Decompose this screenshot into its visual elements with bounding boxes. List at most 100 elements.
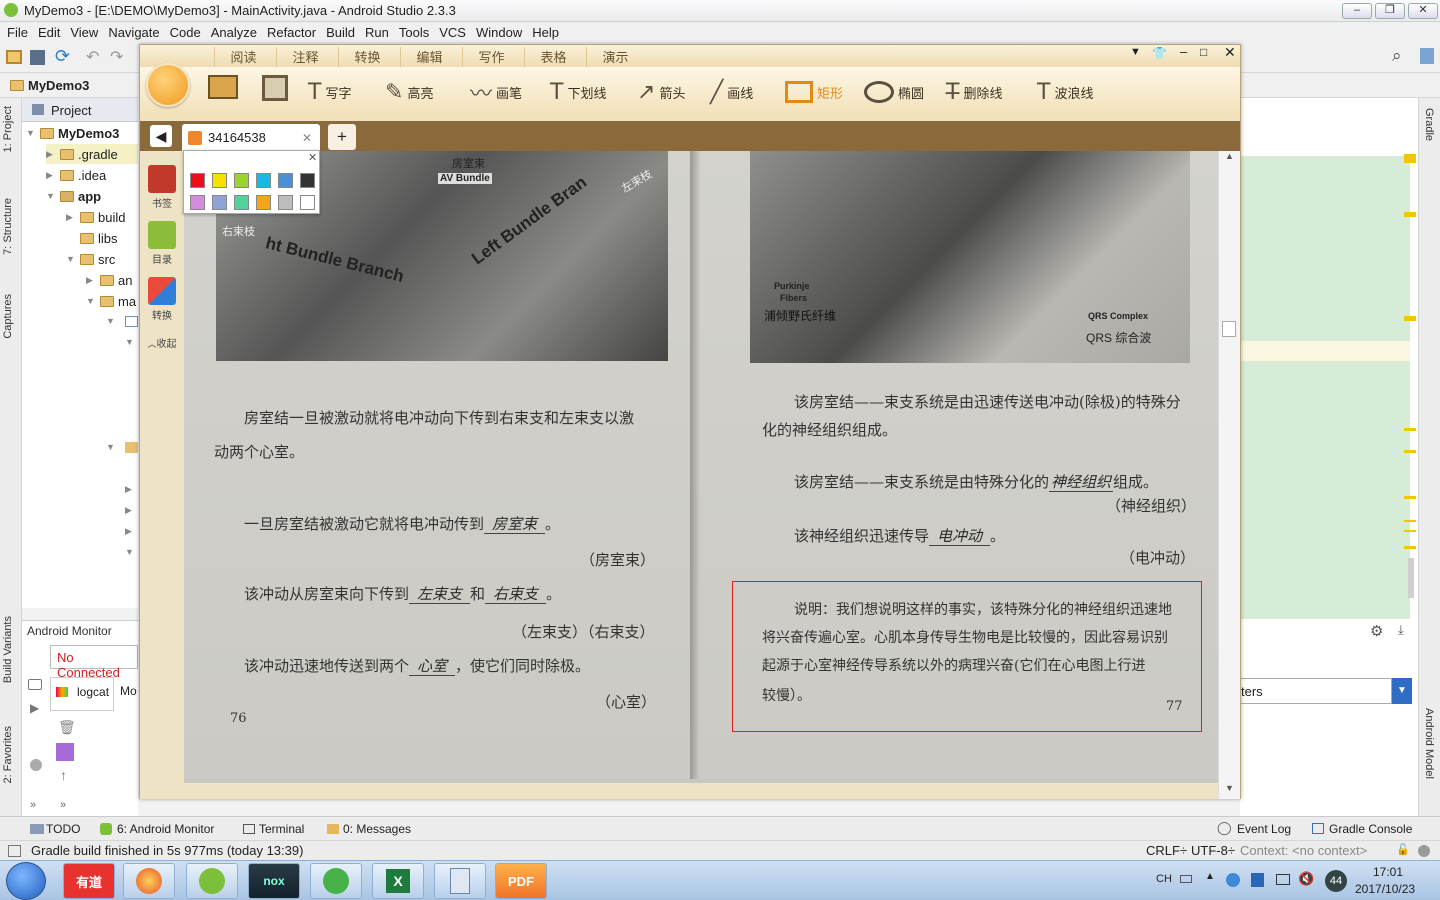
warning-marker[interactable]	[1404, 316, 1416, 321]
expand-arrow-icon[interactable]: ▼	[125, 337, 134, 347]
tool-ellipse[interactable]: 椭圆	[864, 79, 924, 105]
tree-item-main[interactable]: ▼ ma	[86, 291, 136, 311]
tab-present[interactable]: 演示	[586, 47, 644, 67]
taskbar-excel[interactable]: X	[372, 863, 424, 899]
warning-marker[interactable]	[1404, 212, 1416, 217]
tab-monitors[interactable]: Mo	[120, 684, 137, 698]
download-icon[interactable]: ⤓	[1398, 622, 1404, 638]
new-tab-button[interactable]: +	[328, 124, 356, 150]
tree-item-src[interactable]: ▼ src	[66, 249, 115, 269]
close-palette-icon[interactable]: ✕	[308, 151, 317, 164]
vertical-scrollbar[interactable]: ▲ ▼	[1218, 151, 1240, 799]
tool-pen[interactable]: 〰画笔	[470, 79, 522, 107]
menu-build[interactable]: Build	[326, 25, 355, 40]
warning-marker[interactable]	[1404, 154, 1416, 163]
scroll-up-arrow-icon[interactable]: ▲	[1225, 151, 1234, 161]
menu-run[interactable]: Run	[365, 25, 389, 40]
color-swatch-orange[interactable]	[256, 195, 271, 210]
close-tab-icon[interactable]: ✕	[302, 131, 312, 145]
tool-arrow[interactable]: ↗ 箭头	[637, 79, 685, 105]
save-icon[interactable]	[30, 50, 45, 65]
lock-icon[interactable]: 🔓	[1396, 843, 1410, 856]
tray-up-icon[interactable]: ▲	[1205, 871, 1215, 882]
editor-scrollbar-thumb[interactable]	[1408, 558, 1414, 598]
taskbar-calculator[interactable]	[434, 863, 486, 899]
open-folder-icon[interactable]	[208, 75, 238, 99]
menu-tools[interactable]: Tools	[399, 25, 429, 40]
close-button[interactable]: ✕	[1408, 3, 1438, 19]
expand-arrow-icon[interactable]: ▼	[106, 442, 115, 452]
sidebar-toggle-icon[interactable]: ◀	[150, 125, 172, 147]
sidebar-convert[interactable]: 转换	[145, 277, 179, 322]
scrollbar-thumb[interactable]	[1222, 321, 1236, 337]
start-button[interactable]	[6, 862, 46, 900]
taskbar-firefox[interactable]	[123, 863, 175, 899]
warning-marker[interactable]	[1404, 428, 1416, 431]
tool-strikethrough[interactable]: T̶ 删除线	[946, 79, 1002, 105]
tool-rectangle[interactable]: 矩形	[785, 79, 843, 105]
device-selector[interactable]: No Connected	[57, 650, 137, 680]
dropdown-icon[interactable]: ▼	[1130, 46, 1141, 58]
expand-arrow-icon[interactable]: ▶	[125, 526, 132, 537]
warning-marker[interactable]	[1404, 496, 1416, 499]
bluetooth-icon[interactable]	[1226, 873, 1240, 887]
document-viewport[interactable]: 房室束 AV Bundle 右束枝 ht Bundle Branch Left …	[184, 151, 1218, 783]
reader-minimize-icon[interactable]: –	[1180, 44, 1187, 59]
line-separator[interactable]: CRLF÷	[1146, 843, 1187, 858]
tab-todo[interactable]: TODO	[46, 822, 80, 836]
sdk-manager-icon[interactable]	[1420, 48, 1434, 64]
scroll-up-icon[interactable]: ↑	[60, 767, 67, 783]
color-swatch-gray[interactable]	[278, 195, 293, 210]
menu-edit[interactable]: Edit	[38, 25, 60, 40]
soft-wrap-icon[interactable]	[56, 743, 74, 761]
shield-icon[interactable]	[1251, 873, 1264, 887]
tab-event-log[interactable]: Event Log	[1237, 822, 1291, 836]
tab-write[interactable]: 写作	[462, 47, 520, 67]
screenshot-icon[interactable]	[28, 679, 42, 690]
sidebar-collapse[interactable]: ︿收起	[145, 335, 179, 350]
document-tab[interactable]: 34164538 ✕	[182, 124, 320, 151]
file-encoding[interactable]: UTF-8÷	[1191, 843, 1235, 858]
color-swatch-cyan[interactable]	[256, 173, 271, 188]
tab-android-monitor[interactable]: 6: Android Monitor	[117, 822, 214, 836]
menu-refactor[interactable]: Refactor	[267, 25, 316, 40]
undo-icon[interactable]: ↶	[86, 47, 99, 67]
open-folder-icon[interactable]	[6, 50, 22, 64]
menu-window[interactable]: Window	[476, 25, 522, 40]
tab-captures[interactable]: Captures	[2, 294, 14, 339]
tab-gradle[interactable]: Gradle	[1423, 108, 1435, 141]
expand-arrow-icon[interactable]: ▶	[125, 505, 132, 516]
tool-highlight[interactable]: ✎ 高亮	[385, 79, 433, 105]
save-icon[interactable]	[262, 75, 288, 101]
minimize-button[interactable]: –	[1342, 3, 1372, 19]
expand-arrow-icon[interactable]: ▶	[125, 484, 132, 495]
tab-annotate[interactable]: 注释	[276, 47, 334, 67]
tab-terminal[interactable]: Terminal	[259, 822, 304, 836]
reader-logo[interactable]	[146, 63, 190, 107]
color-swatch-green[interactable]	[234, 195, 249, 210]
tab-android-model[interactable]: Android Model	[1423, 708, 1435, 779]
tree-item-androidtest[interactable]: ▶ an	[86, 270, 132, 290]
warning-marker[interactable]	[1404, 520, 1416, 532]
tab-edit[interactable]: 编辑	[400, 47, 458, 67]
taskbar-youdao[interactable]: 有道	[63, 863, 115, 899]
volume-muted-icon[interactable]: 🔇	[1298, 871, 1314, 887]
expand-arrow-icon[interactable]: ▼	[106, 316, 115, 326]
color-swatch-red[interactable]	[190, 173, 205, 188]
sync-icon[interactable]: ⟳	[55, 46, 70, 67]
tab-table[interactable]: 表格	[524, 47, 582, 67]
tab-read[interactable]: 阅读	[214, 47, 272, 67]
reader-maximize-icon[interactable]: □	[1200, 45, 1207, 59]
tab-build-variants[interactable]: Build Variants	[2, 616, 14, 683]
color-swatch-yellow[interactable]	[212, 173, 227, 188]
warning-marker[interactable]	[1404, 546, 1416, 549]
tree-item-gradle[interactable]: ▶ .gradle	[46, 144, 138, 164]
taskbar-android-studio[interactable]	[186, 863, 238, 899]
sidebar-bookmark[interactable]: 书签	[145, 165, 179, 210]
menu-analyze[interactable]: Analyze	[211, 25, 257, 40]
project-view-label[interactable]: Project	[51, 103, 91, 118]
tab-gradle-console[interactable]: Gradle Console	[1329, 822, 1412, 836]
panel-toggle-icon[interactable]	[8, 845, 21, 857]
redo-icon[interactable]: ↷	[110, 47, 123, 67]
taskbar-nox[interactable]: nox	[248, 863, 300, 899]
